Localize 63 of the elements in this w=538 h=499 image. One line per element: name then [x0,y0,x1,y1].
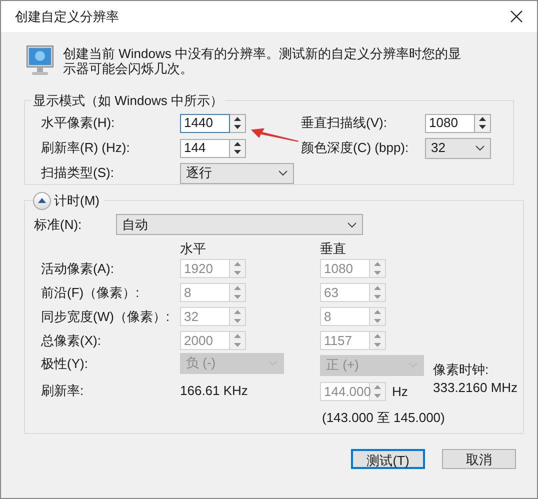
chevron-down-icon [475,145,485,151]
pointer-arrow [251,128,299,142]
up-triangle-icon [234,142,241,146]
field-label: 同步宽度(W)（像素）: [41,308,171,326]
down-triangle-icon [374,318,381,323]
down-triangle-icon [374,342,381,347]
up-triangle-icon [374,385,381,389]
field-label: 垂直扫描线(V): [301,114,388,132]
window-title: 创建自定义分辨率 [15,8,119,26]
up-triangle-icon [234,334,241,338]
field-label: 像素时钟: [433,361,490,379]
field-label: 刷新率(R) (Hz): [41,139,131,158]
value-text: 333.2160 MHz [433,380,519,396]
monitor-icon [26,45,54,77]
up-triangle-icon [374,310,381,314]
dropdown[interactable]: 逐行 [180,162,294,184]
description-text: 创建当前 Windows 中没有的分辨率。测试新的自定义分辨率时您的显示器可能会闪烁几次。 [63,46,462,77]
down-triangle-icon [234,125,241,130]
up-triangle-icon [38,198,46,204]
up-triangle-icon [374,334,381,338]
down-triangle-icon [234,342,241,347]
field-label: 标准(N): [34,216,83,234]
down-triangle-icon [479,125,486,130]
field-label: 前沿(F)（像素）: [41,284,140,302]
field-label: 总像素(X): [41,332,102,350]
down-triangle-icon [234,150,241,154]
down-triangle-icon [234,294,241,299]
column-header: 水平 [180,240,207,256]
number-field[interactable]: 1440 [180,114,230,132]
down-triangle-icon [234,270,241,275]
up-triangle-icon [234,262,241,266]
field-label: 扫描类型(S): [41,164,115,182]
number-field[interactable]: 1080 [425,114,475,132]
dropdown[interactable]: 自动 [116,214,363,235]
chevron-down-icon [278,170,288,176]
chevron-down-icon [347,222,357,228]
field-label: 水平像素(H): [41,114,116,132]
value-text: 166.61 KHz [180,382,249,400]
close-icon[interactable] [510,10,523,23]
unit-text: Hz [392,382,408,400]
down-triangle-icon [234,318,241,323]
dialog-button[interactable]: 测试(T) [351,449,425,469]
group-title: 显示模式（如 Windows 中所示） [32,92,224,110]
dropdown[interactable]: 32 [425,138,491,158]
column-header: 垂直 [320,240,347,256]
field-label: 刷新率: [41,382,85,400]
up-triangle-icon [374,262,381,266]
up-triangle-icon [234,116,241,121]
dialog-button[interactable]: 取消 [442,449,516,469]
down-triangle-icon [374,294,381,299]
up-triangle-icon [234,286,241,290]
down-triangle-icon [374,394,381,398]
range-text: (143.000 至 145.000) [322,408,446,427]
group-title: 计时(M) [54,192,100,210]
field-label: 颜色深度(C) (bpp): [301,139,410,158]
number-field[interactable]: 144 [180,138,230,158]
down-triangle-icon [374,270,381,275]
up-triangle-icon [479,116,486,121]
field-label: 极性(Y): [41,354,89,373]
up-triangle-icon [374,286,381,290]
collapse-button[interactable] [33,192,51,210]
up-triangle-icon [234,310,241,314]
field-label: 活动像素(A): [41,260,115,278]
